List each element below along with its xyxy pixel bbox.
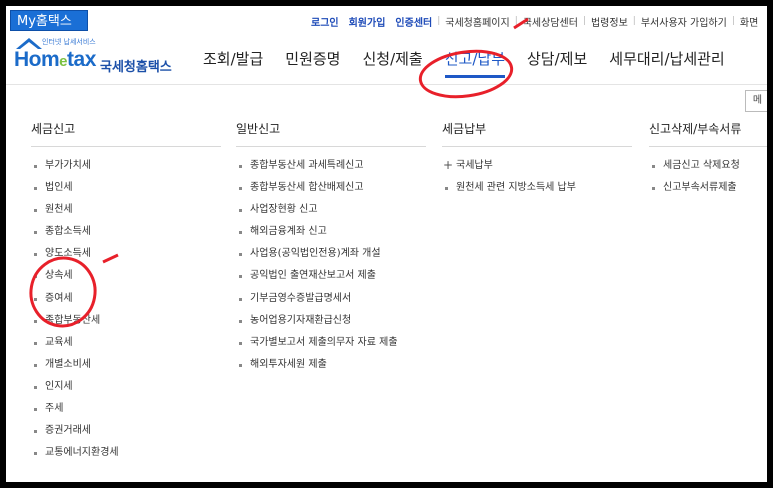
menu-item[interactable]: 종합부동산세 <box>31 310 221 332</box>
menu-item[interactable]: 증여세 <box>31 288 221 310</box>
column-title: 세금신고 <box>31 120 221 147</box>
cert-center-link[interactable]: 인증센터 <box>390 14 437 29</box>
nts-homepage-link[interactable]: 국세청홈페이지 <box>440 14 514 29</box>
menu-item[interactable]: 신고부속서류제출 <box>649 177 767 199</box>
consult-center-link[interactable]: 국세상담센터 <box>518 14 583 29</box>
menu-item[interactable]: 상속세 <box>31 265 221 287</box>
menu-item[interactable]: 법인세 <box>31 177 221 199</box>
menu-item[interactable]: 기부금영수증발급명세서 <box>236 288 426 310</box>
logo-wordmark: Hometax <box>14 48 96 71</box>
menu-item[interactable]: 종합부동산세 합산배제신고 <box>236 177 426 199</box>
menu-column-tax-payment: 세금납부 국세납부원천세 관련 지방소득세 납부 <box>442 120 632 199</box>
menu-item[interactable]: 국세납부 <box>442 154 632 177</box>
page-frame: My홈택스 로그인 회원가입 인증센터 | 국세청홈페이지 | 국세상담센터 |… <box>6 6 767 482</box>
logo-korean-name: 국세청홈택스 <box>100 60 172 75</box>
menu-item[interactable]: 사업장현황 신고 <box>236 199 426 221</box>
menu-column-general-report: 일반신고 종합부동산세 과세특례신고 종합부동산세 합산배제신고 사업장현황 신고 해… <box>236 120 426 376</box>
menu-item[interactable]: 원천세 관련 지방소득세 납부 <box>442 177 632 199</box>
menu-item[interactable]: 농어업용기자재환급신청 <box>236 310 426 332</box>
menu-item[interactable]: 양도소득세 <box>31 243 221 265</box>
menu-item[interactable]: 종합소득세 <box>31 221 221 243</box>
utility-links: 로그인 회원가입 인증센터 | 국세청홈페이지 | 국세상담센터 | 법령정보 … <box>306 14 767 29</box>
menu-list: 부가가치세 법인세 원천세 종합소득세 양도소득세 상속세 증여세 종합부동산세 교육세 개별소비… <box>31 155 221 464</box>
menu-item[interactable]: 해외금융계좌 신고 <box>236 221 426 243</box>
menu-item[interactable]: 세금신고 삭제요청 <box>649 155 767 177</box>
law-info-link[interactable]: 법령정보 <box>586 14 633 29</box>
menu-item[interactable]: 국가별보고서 제출의무자 자료 제출 <box>236 332 426 354</box>
menu-item[interactable]: 교통에너지환경세 <box>31 442 221 464</box>
menu-item[interactable]: 부가가치세 <box>31 155 221 177</box>
menu-item[interactable]: 공익법인 출연재산보고서 제출 <box>236 265 426 287</box>
hometax-logo[interactable]: 인터넷 납세서비스 Hometax 국세청홈택스 <box>12 34 172 76</box>
screen-link[interactable]: 화면 <box>735 14 763 29</box>
menu-item[interactable]: 증권거래세 <box>31 420 221 442</box>
menu-list: 국세납부원천세 관련 지방소득세 납부 <box>442 154 632 199</box>
my-hometax-button[interactable]: My홈택스 <box>10 10 88 31</box>
menu-item[interactable]: 종합부동산세 과세특례신고 <box>236 155 426 177</box>
menu-item[interactable]: 사업용(공익법인전용)계좌 개설 <box>236 243 426 265</box>
menu-column-delete-attachments: 신고삭제/부속서류 세금신고 삭제요청 신고부속서류제출 <box>649 120 767 199</box>
menu-list: 종합부동산세 과세특례신고 종합부동산세 합산배제신고 사업장현황 신고 해외금융계좌… <box>236 155 426 376</box>
nav-item-application[interactable]: 신청/제출 <box>351 46 433 72</box>
nav-item-inquiry[interactable]: 조회/발급 <box>192 46 274 72</box>
menu-item[interactable]: 교육세 <box>31 332 221 354</box>
menu-column-tax-report: 세금신고 부가가치세 법인세 원천세 종합소득세 양도소득세 상속세 증여세 종합부동산세 교육… <box>31 120 221 464</box>
nav-item-tax-agent[interactable]: 세무대리/납세관리 <box>598 46 735 72</box>
menu-item[interactable]: 인지세 <box>31 376 221 398</box>
side-menu-button[interactable]: 메 <box>745 90 767 112</box>
login-link[interactable]: 로그인 <box>306 14 344 29</box>
menu-item[interactable]: 원천세 <box>31 199 221 221</box>
column-title: 세금납부 <box>442 120 632 147</box>
logo-tagline: 인터넷 납세서비스 <box>42 38 96 46</box>
menu-item[interactable]: 해외투자세원 제출 <box>236 354 426 376</box>
column-title: 신고삭제/부속서류 <box>649 120 767 147</box>
menu-item[interactable]: 개별소비세 <box>31 354 221 376</box>
main-nav: 조회/발급 민원증명 신청/제출 신고/납부 상담/제보 세무대리/납세관리 <box>192 46 736 78</box>
nav-item-report-pay[interactable]: 신고/납부 <box>434 46 516 78</box>
dept-user-signup-link[interactable]: 부서사용자 가입하기 <box>636 14 732 29</box>
nav-divider <box>6 84 767 85</box>
signup-link[interactable]: 회원가입 <box>344 14 391 29</box>
nav-item-consult[interactable]: 상담/제보 <box>516 46 598 72</box>
nav-item-certificates[interactable]: 민원증명 <box>274 46 351 72</box>
menu-item[interactable]: 주세 <box>31 398 221 420</box>
column-title: 일반신고 <box>236 120 426 147</box>
menu-list: 세금신고 삭제요청 신고부속서류제출 <box>649 155 767 199</box>
